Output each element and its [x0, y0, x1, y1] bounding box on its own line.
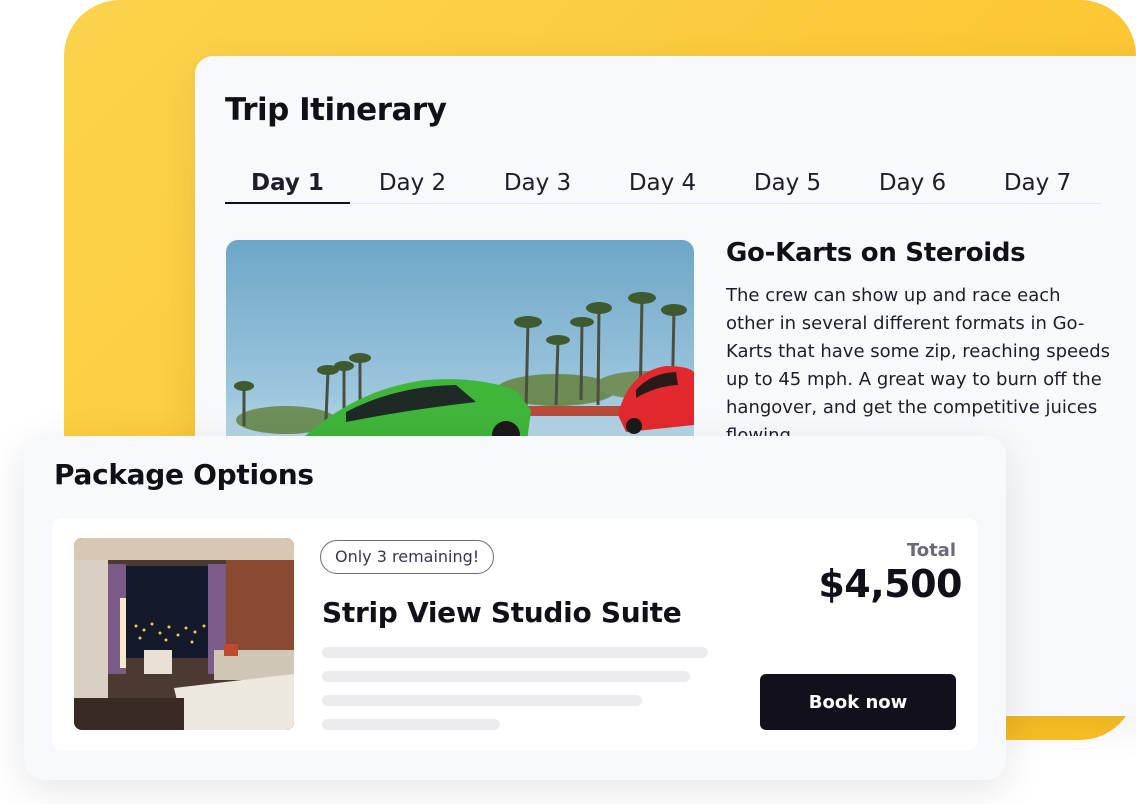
- tab-day-7[interactable]: Day 7: [975, 164, 1100, 204]
- tab-day-5[interactable]: Day 5: [725, 164, 850, 204]
- package-options-card: Package Options Only 3 remaining! Strip …: [24, 436, 1006, 780]
- book-now-button[interactable]: Book now: [760, 674, 956, 730]
- remaining-badge: Only 3 remaining!: [320, 540, 495, 574]
- total-label: Total: [906, 540, 956, 561]
- itinerary-title: Trip Itinerary: [225, 92, 447, 128]
- activity-description: The crew can show up and race each other…: [726, 285, 1111, 446]
- placeholder-line: [322, 695, 642, 706]
- price: $4,500: [818, 562, 962, 606]
- room-photo: [74, 538, 294, 730]
- day-tabs: Day 1 Day 2 Day 3 Day 4 Day 5 Day 6 Day …: [225, 164, 1101, 204]
- tab-day-6[interactable]: Day 6: [850, 164, 975, 204]
- package-options-title: Package Options: [54, 458, 314, 491]
- activity-title: Go-Karts on Steroids: [726, 238, 1026, 268]
- tab-day-4[interactable]: Day 4: [600, 164, 725, 204]
- tab-day-3[interactable]: Day 3: [475, 164, 600, 204]
- placeholder-line: [322, 719, 500, 730]
- package-item: Only 3 remaining! Strip View Studio Suit…: [52, 518, 978, 750]
- suite-name: Strip View Studio Suite: [322, 596, 682, 629]
- placeholder-line: [322, 647, 708, 658]
- tab-day-1[interactable]: Day 1: [225, 164, 350, 204]
- placeholder-line: [322, 671, 690, 682]
- tab-day-2[interactable]: Day 2: [350, 164, 475, 204]
